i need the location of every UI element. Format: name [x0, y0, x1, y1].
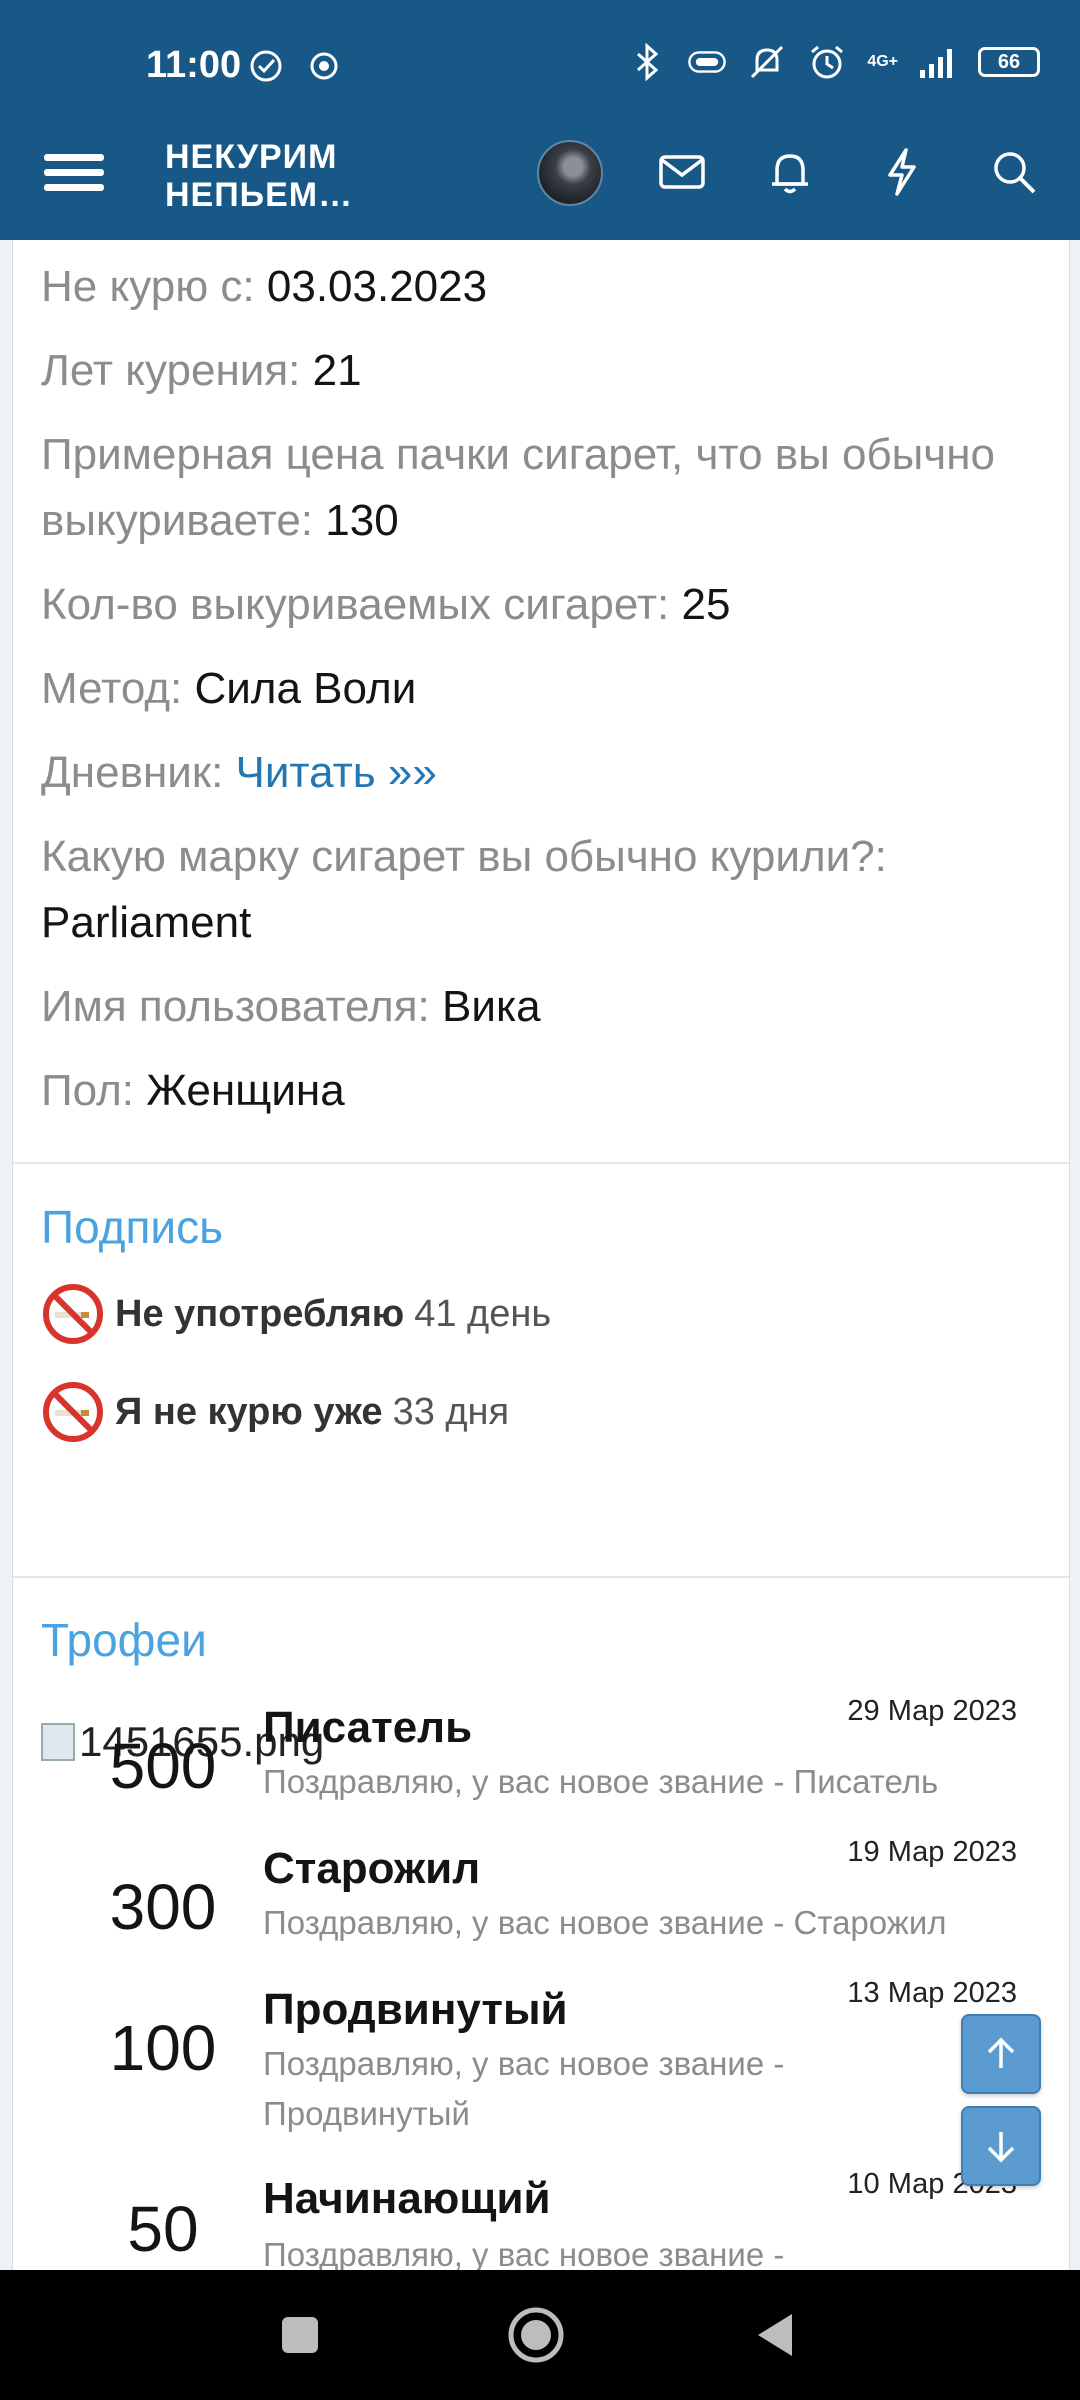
signature-title: Подпись: [41, 1201, 224, 1253]
logo-line-2: НЕПЬЕМ…: [165, 176, 354, 214]
divider: [13, 1162, 1069, 1164]
field-value: Вика: [442, 982, 541, 1031]
signature-count: 41 день: [414, 1292, 552, 1335]
mute-icon: [747, 42, 787, 82]
field-value: 03.03.2023: [266, 262, 488, 311]
field-label: Дневник:: [41, 748, 236, 797]
signature-line: Не употребляю 41 день: [41, 1282, 551, 1346]
scroll-to-bottom-button[interactable]: [961, 2106, 1041, 2186]
signature-text: Не употребляю: [115, 1292, 405, 1335]
trophy-description: Поздравляю, у вас новое звание - Продвин…: [263, 2045, 785, 2132]
field-years-smoking: Лет курения: 21: [13, 338, 1069, 404]
trophy-title: Начинающий: [263, 2174, 551, 2223]
bluetooth-icon: [627, 42, 667, 82]
bell-icon[interactable]: [762, 144, 818, 200]
field-value: 21: [312, 346, 362, 395]
trophy-date: 19 Мар 2023: [847, 1836, 1017, 1868]
field-username: Имя пользователя: Вика: [13, 974, 1069, 1040]
field-value: Parliament: [41, 898, 252, 947]
mail-icon[interactable]: [654, 144, 710, 200]
field-label: Пол:: [41, 1066, 147, 1115]
signature-text: Я не курю уже: [115, 1390, 383, 1433]
back-button[interactable]: [744, 2305, 804, 2365]
home-button[interactable]: [506, 2305, 566, 2365]
trophies-title: Трофеи: [41, 1614, 207, 1666]
status-right-icons: 4G+ 66: [627, 42, 1040, 82]
battery-indicator: 66: [978, 47, 1040, 77]
trophy-description: Поздравляю, у вас новое звание - Старожи…: [263, 1904, 947, 1941]
logo-line-1: НЕКУРИМ: [165, 138, 338, 176]
square-icon: [282, 2317, 318, 2353]
user-avatar[interactable]: [537, 140, 603, 206]
trophy-description: Поздравляю, у вас новое звание - Писател…: [263, 1763, 939, 1800]
field-label: Примерная цена пачки сигарет, что вы обы…: [41, 430, 995, 545]
search-icon[interactable]: [986, 144, 1042, 200]
status-time: 11:00: [146, 44, 242, 86]
field-method: Метод: Сила Воли: [13, 656, 1069, 722]
scroll-to-top-button[interactable]: [961, 2014, 1041, 2094]
no-smoking-icon: [43, 1284, 103, 1344]
home-circle-icon: [508, 2307, 564, 2363]
field-brand: Какую марку сигарет вы обычно курили?: P…: [13, 824, 1069, 956]
signature-count: 33 дня: [392, 1390, 510, 1433]
status-left-icons: [246, 46, 344, 86]
site-logo[interactable]: НЕКУРИМ НЕПЬЕМ…: [165, 138, 353, 214]
trophy-date: 13 Мар 2023: [847, 1977, 1017, 2009]
field-value: Женщина: [146, 1066, 345, 1115]
trophy-points: 500: [109, 1730, 217, 1802]
system-navigation-bar: [0, 2270, 1080, 2400]
menu-icon[interactable]: [44, 146, 104, 206]
field-label: Метод:: [41, 664, 195, 713]
signal-icon: [918, 42, 958, 82]
field-label: Имя пользователя:: [41, 982, 443, 1031]
field-label: Какую марку сигарет вы обычно курили?:: [41, 832, 887, 881]
field-label: Лет курения:: [41, 346, 313, 395]
field-cigarettes-count: Кол-во выкуриваемых сигарет: 25: [13, 572, 1069, 638]
network-type-label: 4G+: [867, 53, 898, 70]
field-label: Не курю с:: [41, 262, 267, 311]
trophy-points: 300: [109, 1871, 217, 1943]
field-gender: Пол: Женщина: [13, 1058, 1069, 1124]
recents-button[interactable]: [270, 2305, 330, 2365]
status-bar: 11:00 4G+ 66: [0, 0, 1080, 130]
field-value: 130: [325, 496, 399, 545]
field-diary: Дневник: Читать »»: [13, 740, 1069, 806]
lightning-icon[interactable]: [874, 144, 930, 200]
arrow-down-icon: [987, 2132, 1015, 2163]
signature-line: Я не курю уже 33 дня: [41, 1380, 509, 1444]
no-smoking-icon: [43, 1382, 103, 1442]
arrow-up-icon: [987, 2037, 1015, 2068]
data-saver-icon: [304, 46, 344, 86]
trophy-date: 29 Мар 2023: [847, 1695, 1017, 1727]
trophy-points: 100: [109, 2012, 217, 2084]
check-circle-icon: [246, 46, 286, 86]
field-pack-price: Примерная цена пачки сигарет, что вы обы…: [13, 422, 1069, 554]
battery-saver-icon: [687, 42, 727, 82]
field-value: Сила Воли: [194, 664, 417, 713]
back-triangle-icon: [758, 2314, 792, 2356]
app-topbar: 11:00 4G+ 66 НЕКУРИМ НЕПЬЕМ…: [0, 0, 1080, 240]
trophy-title: Писатель: [263, 1703, 473, 1752]
site-header: НЕКУРИМ НЕПЬЕМ…: [0, 130, 1080, 240]
trophy-points: 50: [127, 2193, 199, 2265]
field-quit-date: Не курю с: 03.03.2023: [13, 254, 1069, 320]
divider: [13, 1576, 1069, 1578]
profile-about-card: Не курю с: 03.03.2023 Лет курения: 21 Пр…: [12, 240, 1070, 2273]
trophy-title: Старожил: [263, 1844, 481, 1893]
trophy-title: Продвинутый: [263, 1985, 568, 2034]
alarm-icon: [807, 42, 847, 82]
field-value: 25: [681, 580, 731, 629]
field-label: Кол-во выкуриваемых сигарет:: [41, 580, 682, 629]
broken-image-icon: [41, 1723, 75, 1761]
profile-fields: Не курю с: 03.03.2023 Лет курения: 21 Пр…: [13, 254, 1069, 1124]
diary-read-link[interactable]: Читать »»: [236, 748, 437, 797]
